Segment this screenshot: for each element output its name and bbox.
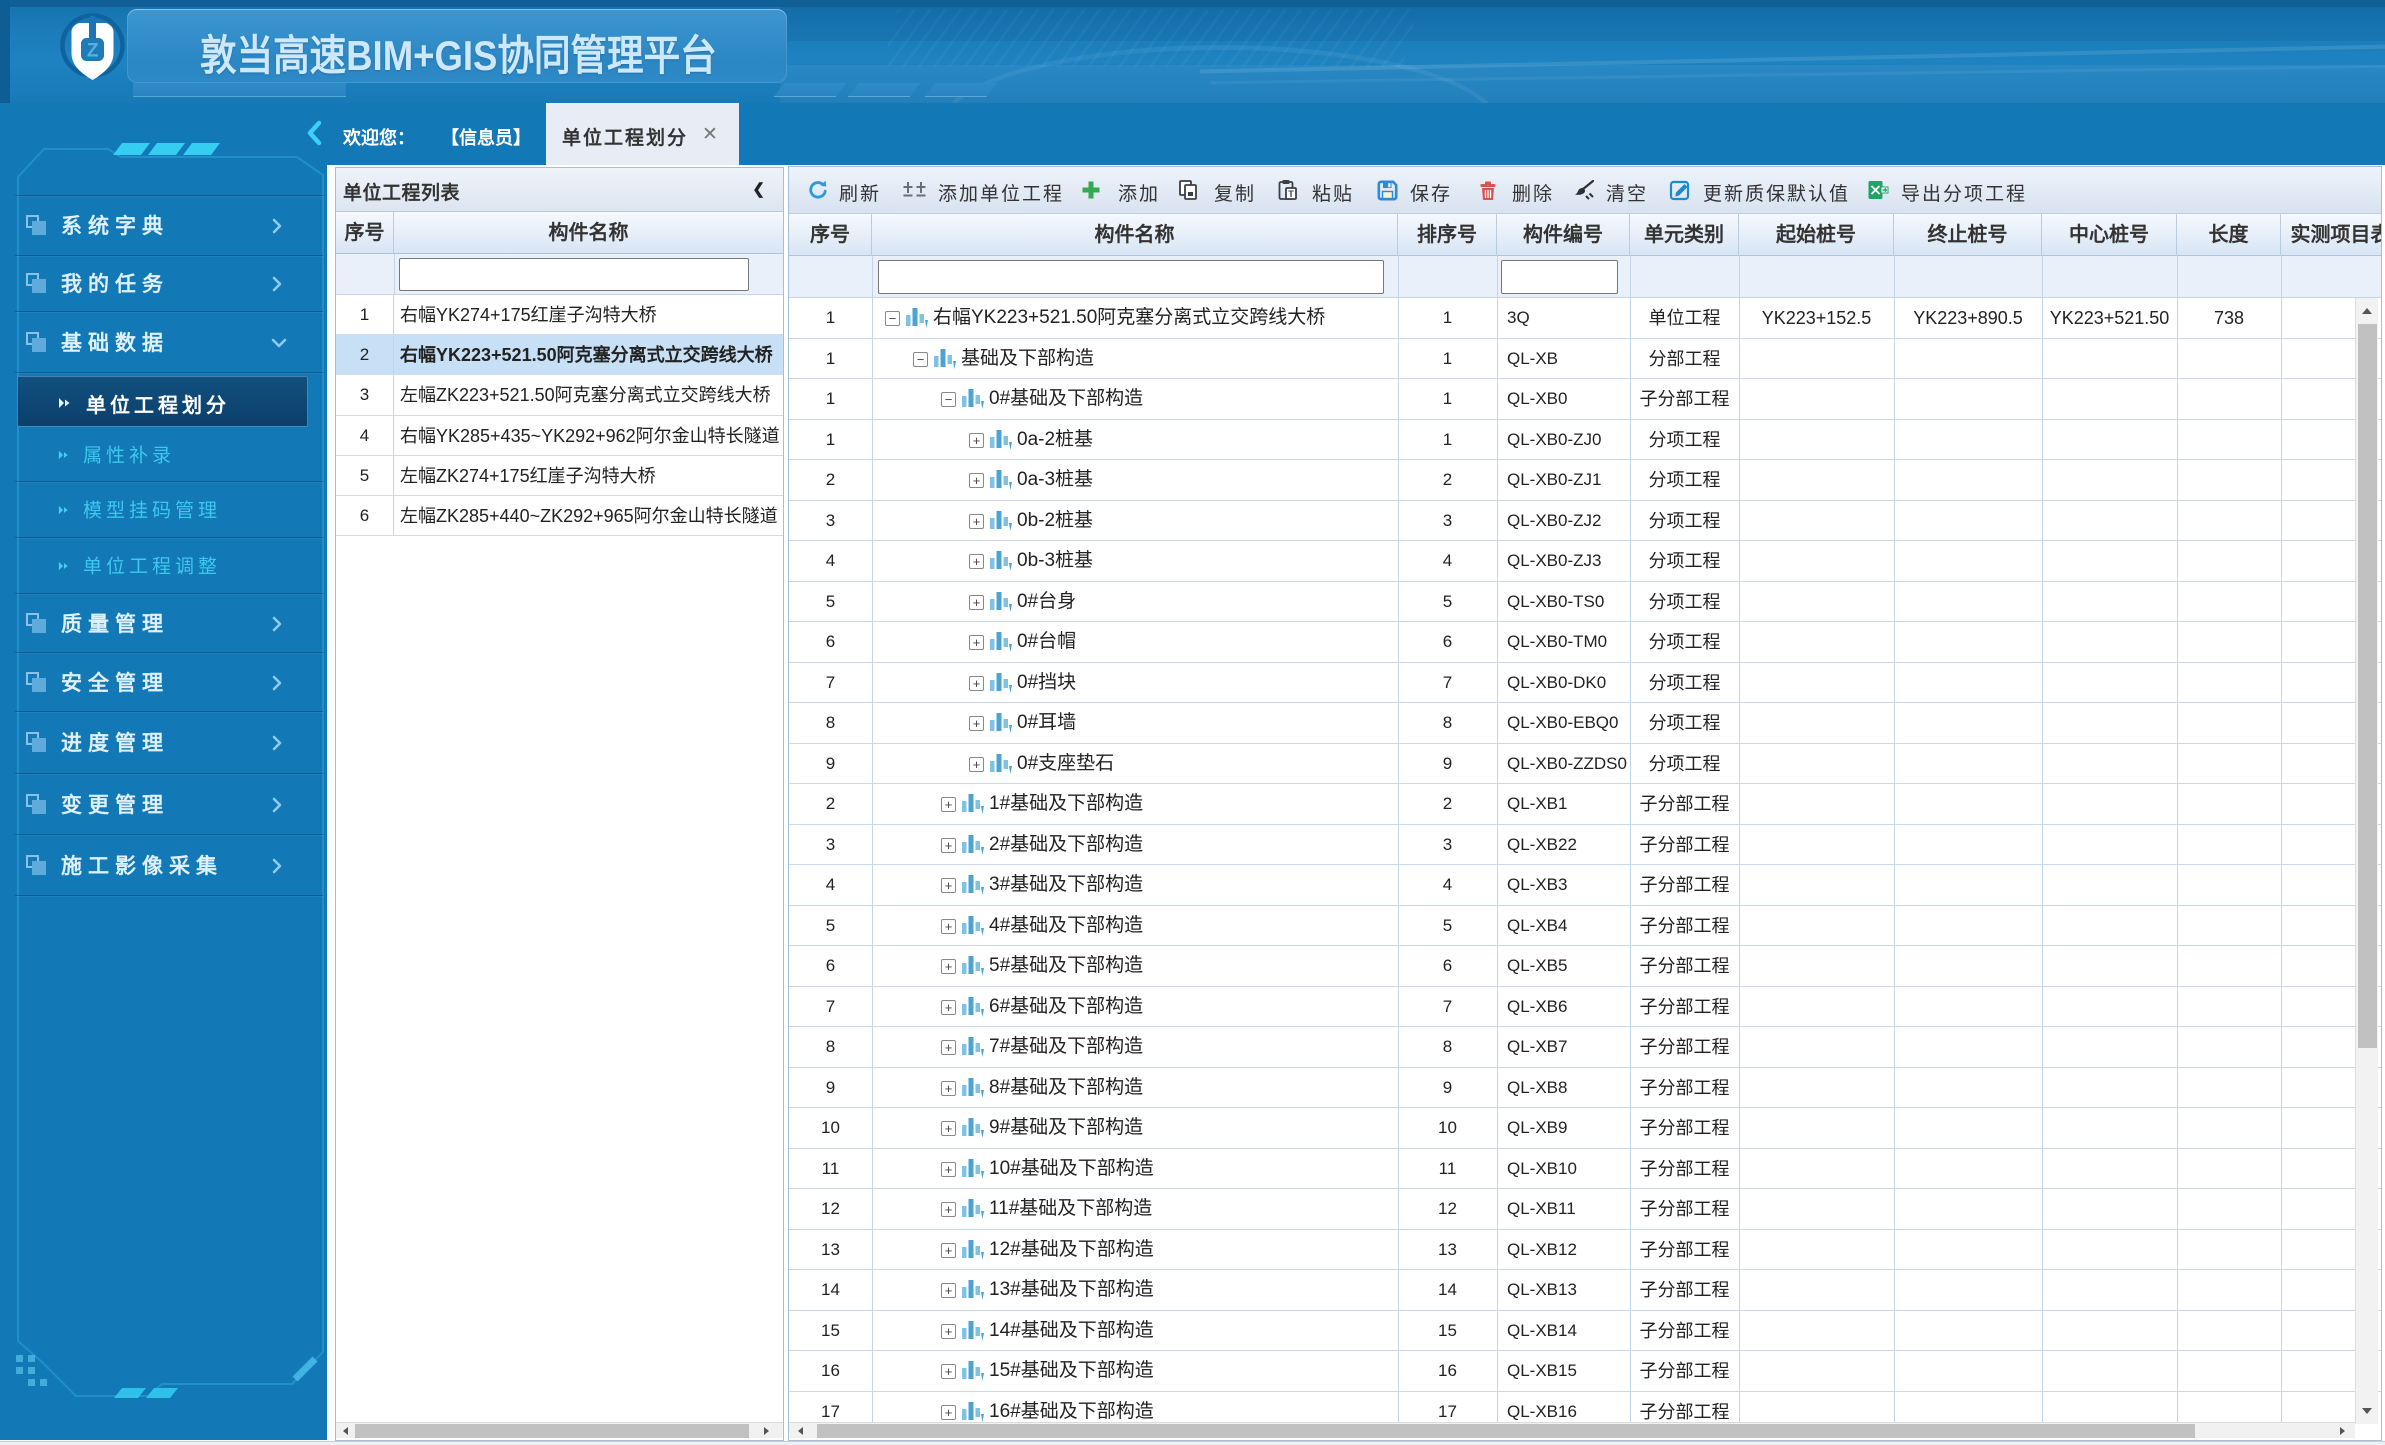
svg-text:T: T [1288,189,1294,199]
svg-text:Z: Z [87,41,99,62]
